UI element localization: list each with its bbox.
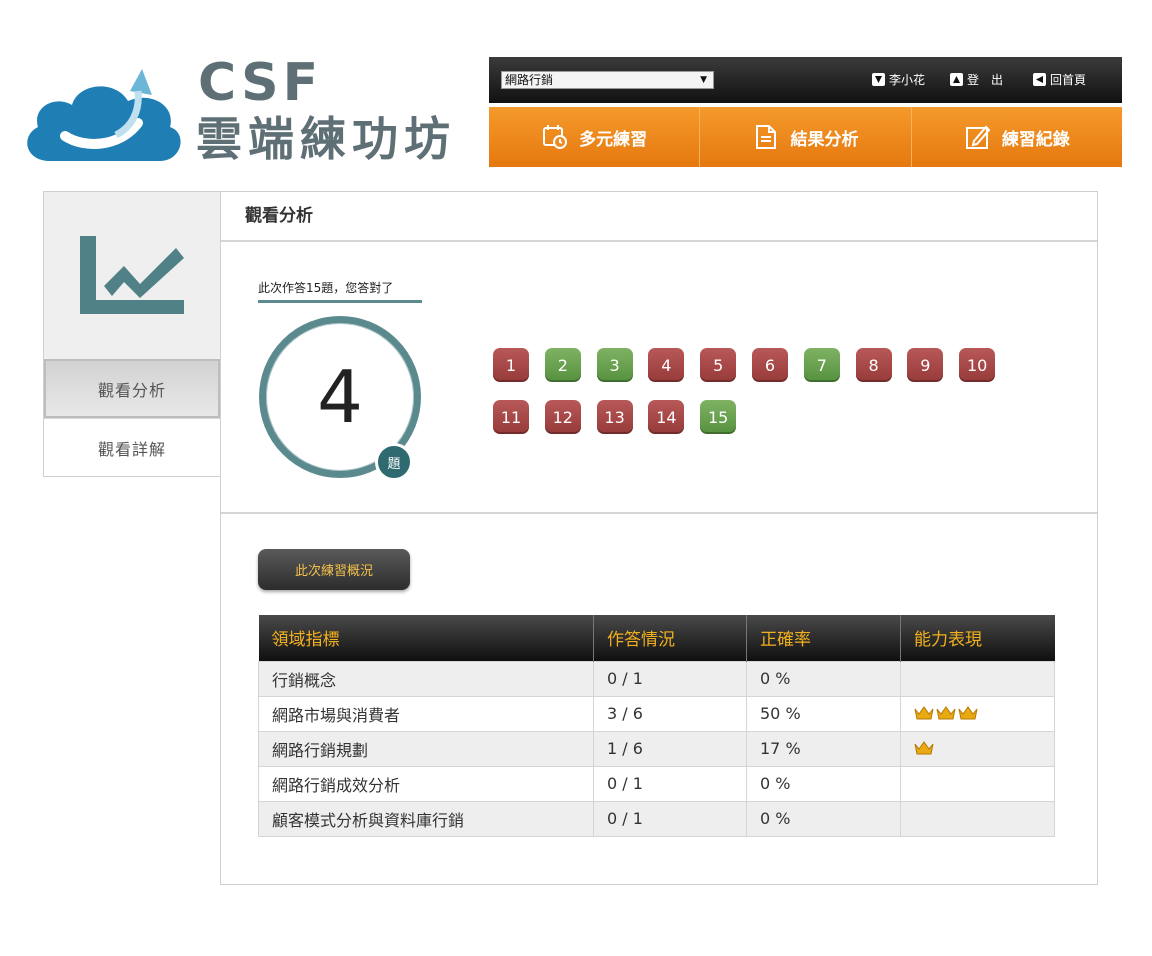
score-area: 此次作答15題，您答對了 4 題 1 2 3 4 5 6 7 8 9 10 11 12 13 14 15 [221, 244, 1097, 514]
document-icon [756, 125, 777, 149]
user-down-icon [872, 73, 885, 86]
table-cell-rate: 0 % [746, 800, 901, 837]
question-button[interactable]: 9 [907, 348, 944, 382]
column-header: 作答情況 [593, 615, 747, 661]
result-table-body: 行銷概念 0 / 10 % 網路市場與消費者 3 / 6 50 % 網路行銷規劃 1 / 6… [258, 660, 1055, 837]
calendar-clock-icon [543, 125, 568, 149]
sidebar: 觀看分析 觀看詳解 [43, 191, 221, 477]
table-cell-answered: 3 / 6 [593, 695, 747, 732]
table-row: 網路市場與消費者 3 / 6 50 % [258, 695, 1055, 732]
question-button[interactable]: 1 [493, 348, 529, 382]
nav-tab-practice[interactable]: 多元練習 [489, 107, 701, 167]
table-cell-rate: 0 % [746, 660, 901, 697]
edit-pencil-icon [965, 125, 991, 149]
logout-icon [950, 73, 963, 86]
crown-icon [936, 705, 956, 721]
table-cell-answered: 0 / 1 [593, 800, 747, 837]
home-link[interactable]: 回首頁 [1033, 71, 1086, 89]
table-cell-answered: 0 / 1 [593, 660, 747, 697]
brand-name-cn: 雲端練功坊 [196, 112, 456, 166]
table-cell-domain: 顧客模式分析與資料庫行銷 [258, 800, 594, 837]
question-button[interactable]: 5 [700, 348, 737, 382]
question-button[interactable]: 8 [855, 348, 892, 382]
column-header: 正確率 [746, 615, 901, 661]
user-link[interactable]: 李小花 [872, 71, 925, 89]
column-header: 領域指標 [258, 615, 594, 661]
question-button[interactable]: 4 [648, 348, 685, 382]
question-button[interactable]: 10 [959, 348, 996, 382]
question-button[interactable]: 7 [803, 348, 840, 382]
nav-tab-records[interactable]: 練習紀錄 [912, 107, 1122, 167]
crown-icon [914, 740, 934, 756]
table-cell-crowns [900, 800, 1055, 837]
user-name: 李小花 [889, 73, 926, 87]
question-button[interactable]: 15 [700, 400, 737, 434]
crown-icon [958, 705, 978, 721]
table-cell-domain: 網路市場與消費者 [258, 695, 594, 732]
table-cell-domain: 行銷概念 [258, 660, 594, 697]
sidebar-hero [44, 192, 220, 359]
page-title: 觀看分析 [221, 192, 1097, 242]
table-header-row: 領域指標 作答情況 正確率 能力表現 [258, 615, 1055, 661]
question-button[interactable]: 12 [544, 400, 581, 434]
score-unit-badge: 題 [375, 443, 413, 481]
table-row: 顧客模式分析與資料庫行銷 0 / 10 % [258, 800, 1055, 837]
question-button[interactable]: 14 [648, 400, 685, 434]
sidebar-item-label: 觀看詳解 [97, 440, 166, 459]
question-button[interactable]: 13 [596, 400, 633, 434]
table-cell-rate: 17 % [746, 730, 901, 767]
table-row: 行銷概念 0 / 10 % [258, 660, 1055, 697]
table-cell-crowns [900, 695, 1055, 732]
score-caption: 此次作答15題，您答對了 [258, 279, 422, 303]
table-cell-rate: 50 % [746, 695, 901, 732]
nav-tab-analysis[interactable]: 結果分析 [700, 107, 912, 167]
sidebar-item-solutions[interactable]: 觀看詳解 [44, 418, 220, 477]
question-button[interactable]: 11 [493, 400, 529, 434]
nav-tab-records-label: 練習紀錄 [1001, 129, 1070, 150]
table-cell-domain: 網路行銷規劃 [258, 730, 594, 767]
home-label: 回首頁 [1050, 73, 1087, 87]
question-button[interactable]: 2 [544, 348, 581, 382]
nav-tab-analysis-label: 結果分析 [790, 129, 859, 150]
dropdown-arrow-icon: ▼ [700, 75, 707, 85]
home-icon [1033, 73, 1046, 86]
table-cell-answered: 0 / 1 [593, 765, 747, 802]
summary-button[interactable]: 此次練習概況 [258, 549, 410, 590]
table-cell-crowns [900, 660, 1055, 697]
main-nav: 多元練習 結果分析 練習紀錄 [489, 107, 1122, 167]
logout-link[interactable]: 登 出 [950, 71, 1003, 89]
cloud-logo-icon [27, 69, 181, 161]
question-button[interactable]: 6 [752, 348, 788, 382]
table-cell-rate: 0 % [746, 765, 901, 802]
nav-tab-practice-label: 多元練習 [579, 129, 648, 150]
chart-trend-icon [80, 235, 184, 314]
site-logo[interactable]: CSF 雲端練功坊 [20, 55, 460, 175]
column-header: 能力表現 [900, 615, 1055, 661]
course-select-value: 網路行銷 [505, 73, 554, 87]
question-button[interactable]: 3 [596, 348, 633, 382]
result-table: 領域指標 作答情況 正確率 能力表現 行銷概念 0 / 10 % 網路市場與消費者 3… [258, 615, 1055, 837]
top-bar: 網路行銷 ▼ 李小花 登 出 回首頁 [489, 57, 1122, 103]
table-row: 網路行銷成效分析 0 / 10 % [258, 765, 1055, 802]
crown-icon [914, 705, 934, 721]
logout-label: 登 出 [967, 73, 1004, 87]
table-cell-crowns [900, 730, 1055, 767]
brand-name-en: CSF [198, 53, 323, 113]
course-select[interactable]: 網路行銷 ▼ [501, 71, 714, 89]
sidebar-item-analysis[interactable]: 觀看分析 [44, 359, 220, 418]
table-cell-crowns [900, 765, 1055, 802]
table-cell-answered: 1 / 6 [593, 730, 747, 767]
table-cell-domain: 網路行銷成效分析 [258, 765, 594, 802]
table-row: 網路行銷規劃 1 / 6 17 % [258, 730, 1055, 767]
sidebar-item-label: 觀看分析 [97, 380, 166, 400]
main-panel: 觀看分析 此次作答15題，您答對了 4 題 1 2 3 4 5 6 7 8 9 10 11 12 13 1… [220, 191, 1098, 885]
